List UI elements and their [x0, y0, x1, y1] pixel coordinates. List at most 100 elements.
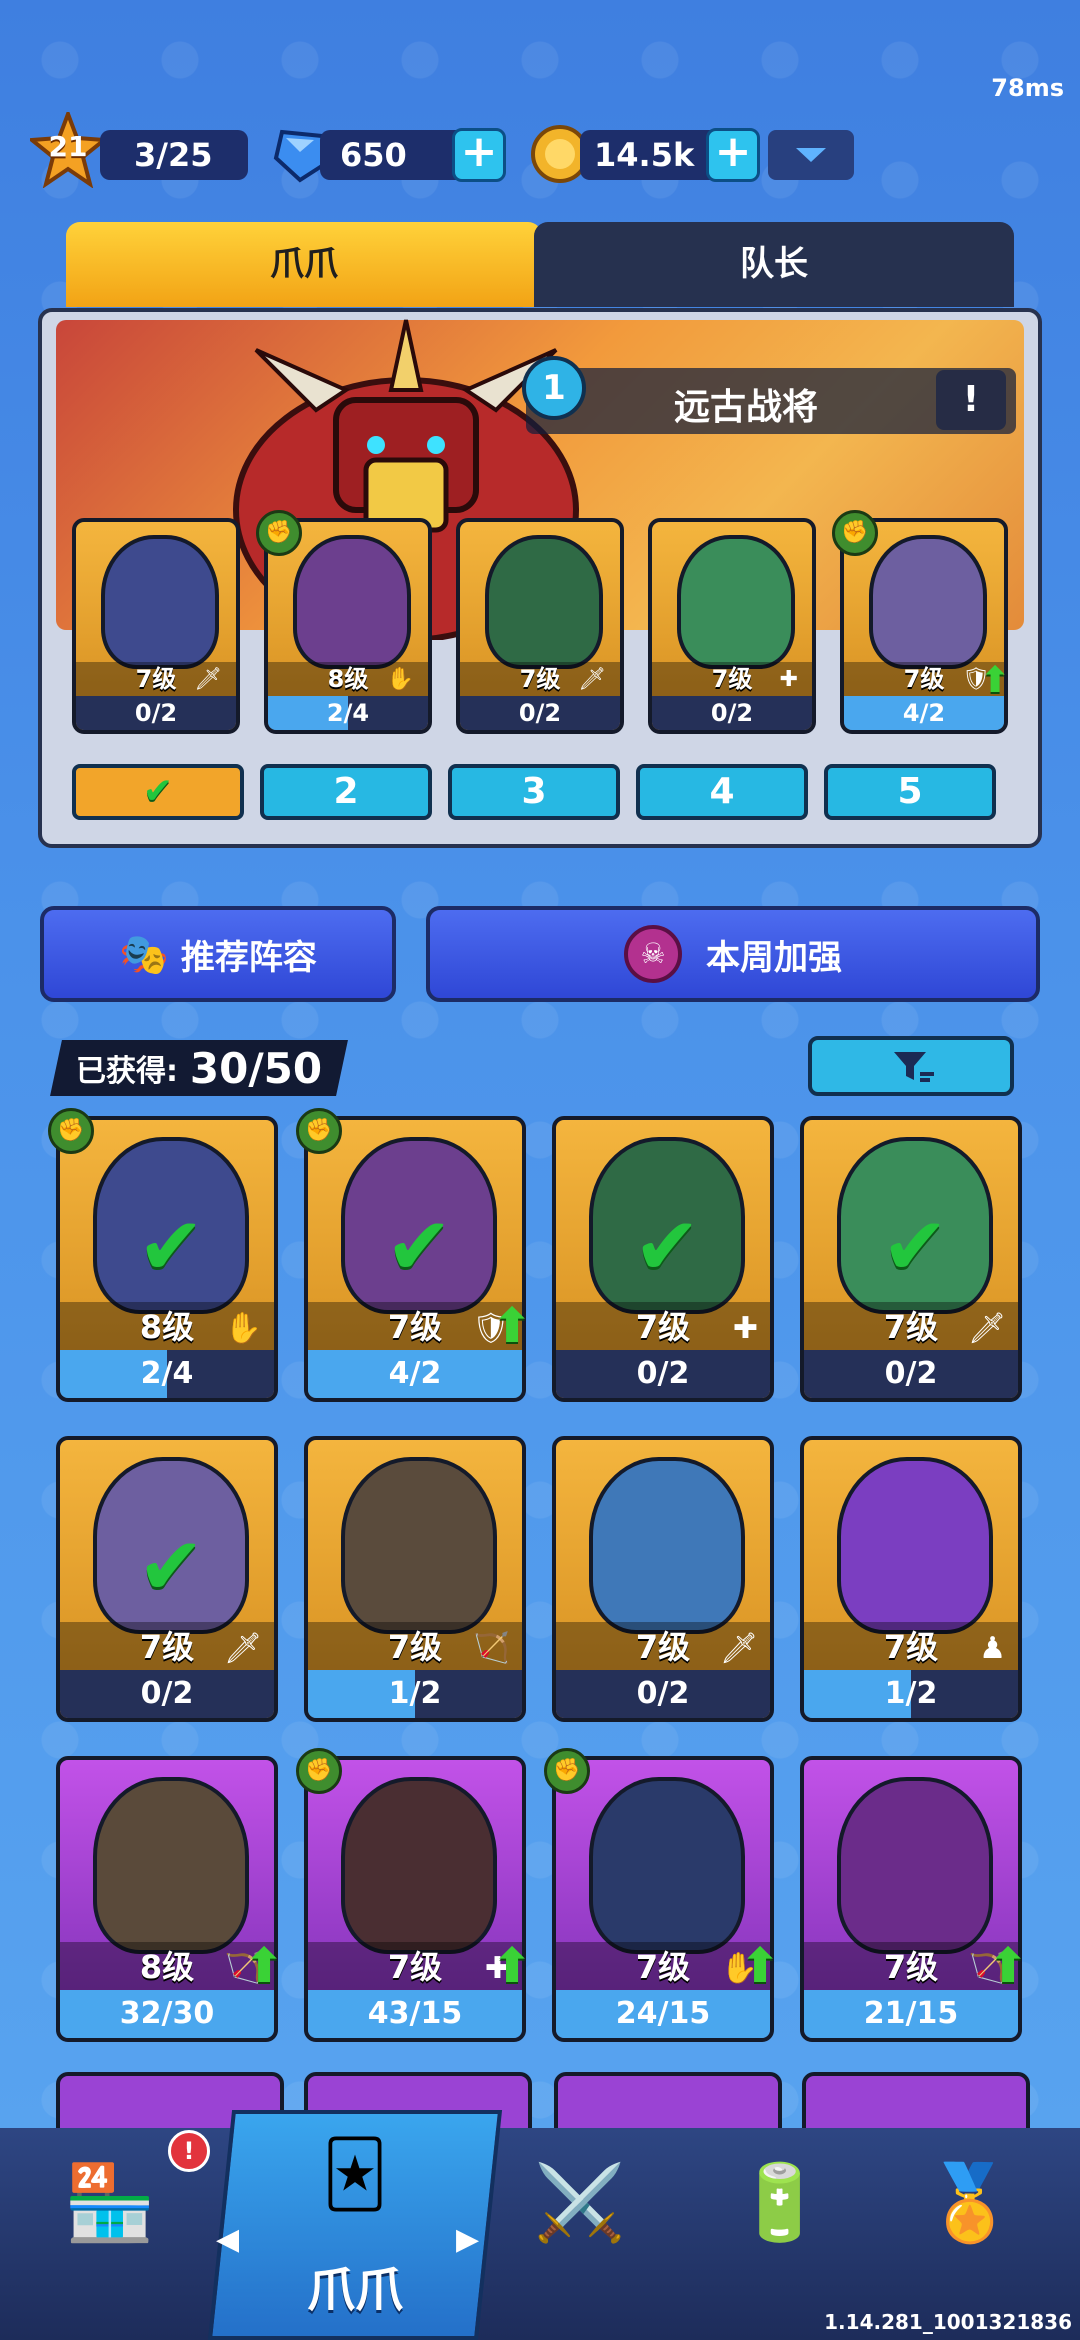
squad-card[interactable]: 7级 ✚ 0/2	[648, 518, 816, 734]
pet-progress: 0/2	[60, 1670, 274, 1718]
sword-icon: 🗡	[223, 1631, 262, 1666]
pet-card[interactable]: 8级 ✋ 2/4 ✔	[56, 1116, 278, 1402]
upgrade-arrow-icon: ⬆	[492, 1938, 533, 1994]
pet-card[interactable]: 7级 ✚ 0/2 ✔	[552, 1116, 774, 1402]
pet-card[interactable]: 7级 🛡 4/2 ✔	[304, 1116, 526, 1402]
pet-card[interactable]: 7级 ✚ 43/15	[304, 1756, 526, 2042]
nav-active-label: 爪爪	[306, 2262, 403, 2318]
expand-dropdown-button[interactable]	[768, 130, 854, 180]
pet-progress: 0/2	[556, 1350, 770, 1398]
pet-card[interactable]: 7级 🏹 1/2	[304, 1436, 526, 1722]
pet-progress: 2/4	[60, 1350, 274, 1398]
nav-right-arrow-icon: ▶	[456, 2222, 480, 2257]
weekly-buff-button[interactable]: ☠ 本周加强	[426, 906, 1040, 1002]
heal-icon: ✚	[732, 1311, 758, 1346]
loadout-slot-4[interactable]: 4	[636, 764, 808, 820]
pet-card[interactable]: 7级 🏹 21/15	[800, 1756, 1022, 2042]
pet-portrait	[869, 534, 987, 669]
progress-text: 4/2	[388, 1356, 442, 1391]
pet-card[interactable]: 8级 🏹 32/30	[56, 1756, 278, 2042]
badge-icon[interactable]: 🏅	[900, 2160, 1040, 2247]
claw-icon: ✋	[386, 667, 414, 692]
tab-captain[interactable]: 队长	[534, 222, 1014, 307]
tab-captain-label: 队长	[740, 244, 808, 284]
pet-portrait	[341, 1777, 497, 1955]
chevron-down-icon	[796, 148, 826, 162]
add-coins-button[interactable]: +	[706, 128, 760, 182]
player-level-badge[interactable]: 21	[26, 108, 110, 189]
pet-portrait	[837, 1457, 993, 1635]
shop-alert: !	[183, 2137, 195, 2165]
pet-portrait	[589, 1777, 745, 1955]
pet-progress: 32/30	[60, 1990, 274, 2038]
squad-panel: 1 远古战将 ! 7级 🗡 0/2 8级 ✋ 2/4 ✊ 7级 🗡 0/2 7级 ✚ 0/2 7级 🛡 4/2…	[38, 308, 1042, 848]
progress-text: 4/2	[902, 699, 946, 727]
pet-portrait	[93, 1777, 249, 1955]
bonus-fist-icon: ✊	[296, 1108, 342, 1154]
progress-text: 0/2	[518, 699, 562, 727]
pet-progress: 0/2	[652, 696, 812, 730]
stage-badge: 1	[522, 356, 586, 420]
bow-icon: 🏹	[472, 1631, 510, 1666]
sword-icon: 🗡	[719, 1631, 758, 1666]
boss-info-button[interactable]: !	[936, 370, 1006, 430]
progress-text: 0/2	[134, 699, 178, 727]
pet-progress: 4/2	[308, 1350, 522, 1398]
upgrade-arrow-icon: ⬆	[244, 1938, 285, 1994]
progress-text: 0/2	[710, 699, 754, 727]
energy-counter[interactable]: 3/25	[100, 130, 248, 180]
squad-card[interactable]: 7级 🗡 0/2	[72, 518, 240, 734]
slot-number: 4	[709, 771, 735, 812]
recommend-lineup-button[interactable]: 🎭 推荐阵容	[40, 906, 396, 1002]
upgrade-arrow-icon: ⬆	[980, 660, 1011, 701]
progress-text: 2/4	[140, 1356, 194, 1391]
loadout-slot-2[interactable]: 2	[260, 764, 432, 820]
tab-pets[interactable]: 爪爪	[66, 222, 542, 307]
shop-alert-badge: !	[168, 2130, 210, 2172]
squad-card[interactable]: 7级 🗡 0/2	[456, 518, 624, 734]
info-icon: !	[962, 379, 980, 420]
progress-text: 0/2	[636, 1676, 690, 1711]
pet-card[interactable]: 7级 🗡 0/2	[552, 1436, 774, 1722]
pet-progress: 0/2	[804, 1350, 1018, 1398]
pet-card[interactable]: 7级 🗡 0/2 ✔	[56, 1436, 278, 1722]
progress-text: 21/15	[863, 1996, 959, 2031]
pet-card[interactable]: 7级 🗡 0/2 ✔	[800, 1116, 1022, 1402]
progress-text: 0/2	[140, 1676, 194, 1711]
battery-icon[interactable]: 🔋	[710, 2160, 850, 2247]
selected-check-icon: ✔	[633, 1200, 701, 1294]
bonus-fist-icon: ✊	[48, 1108, 94, 1154]
version-label: 1.14.281_1001321836	[824, 2310, 1072, 2334]
filter-button[interactable]	[808, 1036, 1014, 1096]
pet-progress: 43/15	[308, 1990, 522, 2038]
pet-progress: 1/2	[308, 1670, 522, 1718]
loadout-slot-5[interactable]: 5	[824, 764, 996, 820]
boss-name: 远古战将	[673, 387, 818, 428]
tab-pets-label: 爪爪	[270, 244, 338, 284]
pet-portrait	[677, 534, 795, 669]
add-gems-button[interactable]: +	[452, 128, 506, 182]
bonus-fist-icon: ✊	[296, 1748, 342, 1794]
ping-indicator: 78ms	[991, 74, 1064, 102]
pet-card[interactable]: 7级 ✋ 24/15	[552, 1756, 774, 2042]
lineup-icon: 🎭	[119, 931, 169, 978]
check-icon: ✔	[142, 771, 174, 812]
progress-text: 24/15	[615, 1996, 711, 2031]
pet-portrait	[341, 1457, 497, 1635]
pet-progress: 0/2	[76, 696, 236, 730]
shop-icon[interactable]: 🏪	[40, 2160, 180, 2247]
stage-number: 1	[542, 368, 566, 408]
slot-number: 2	[333, 771, 359, 812]
player-level: 21	[48, 130, 88, 163]
slot-number: 5	[897, 771, 923, 812]
loadout-slot-3[interactable]: 3	[448, 764, 620, 820]
coin-value: 14.5k	[594, 136, 695, 174]
pets-icon: 🃏	[322, 2138, 388, 2212]
loadout-slot-active[interactable]: ✔	[72, 764, 244, 820]
pet-card[interactable]: 7级 ♟ 1/2	[800, 1436, 1022, 1722]
skull-icon: ☠	[624, 925, 682, 983]
pet-progress: 24/15	[556, 1990, 770, 2038]
sword-icon: 🗡	[967, 1311, 1006, 1346]
battle-icon[interactable]: ⚔️	[500, 2160, 660, 2247]
heal-icon: ✚	[779, 667, 798, 692]
